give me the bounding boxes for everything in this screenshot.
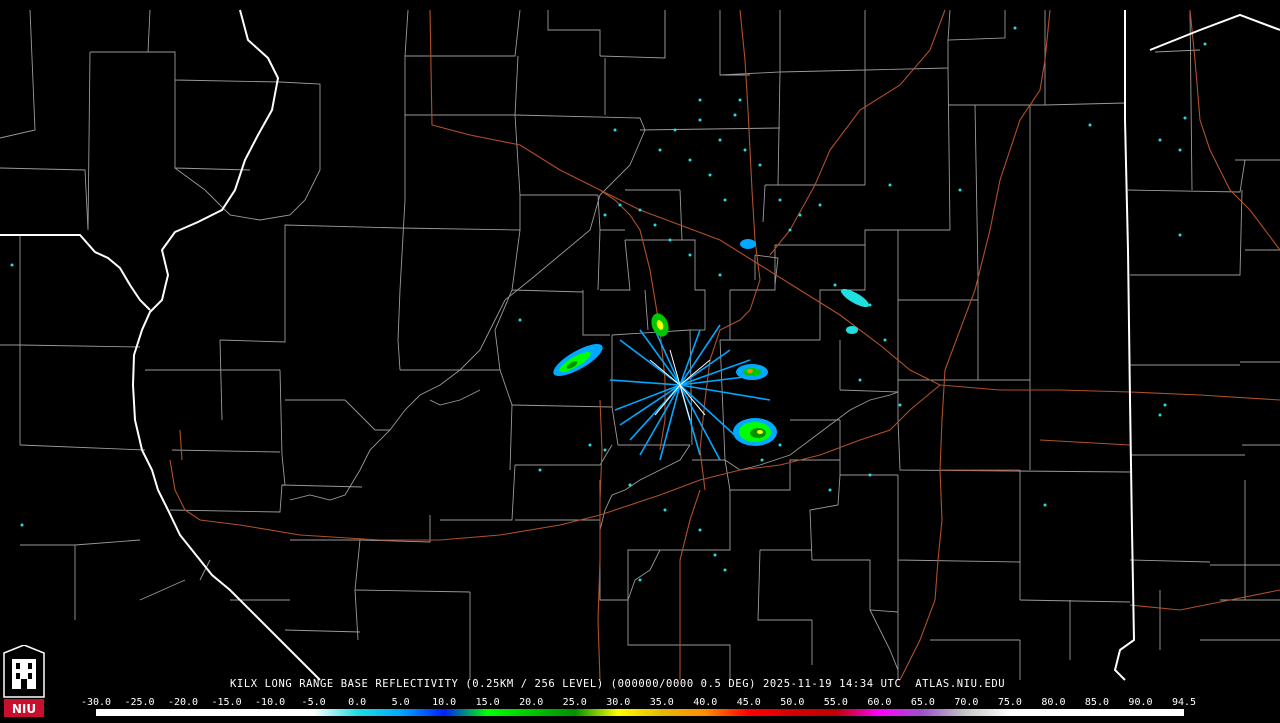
scale-tick-label: 85.0 xyxy=(1084,697,1109,708)
scale-tick-label: 10.0 xyxy=(432,697,457,708)
scale-tick-label: -5.0 xyxy=(301,697,326,708)
scale-tick-label: 25.0 xyxy=(562,697,587,708)
scale-tick-label: -30.0 xyxy=(80,697,112,708)
scale-tick-label: 90.0 xyxy=(1128,697,1153,708)
scale-tick-label: 5.0 xyxy=(391,697,410,708)
scale-tick-label: 45.0 xyxy=(736,697,761,708)
scale-tick-label: -15.0 xyxy=(211,697,242,708)
scale-tick-label: 20.0 xyxy=(519,697,544,708)
scale-tick-label: -10.0 xyxy=(255,697,286,708)
scale-tick-label: 75.0 xyxy=(997,697,1022,708)
color-scale-gradient xyxy=(96,709,1184,716)
scale-tick-label: 60.0 xyxy=(867,697,892,708)
highways xyxy=(169,9,1280,681)
scale-tick-label: 30.0 xyxy=(606,697,631,708)
color-scale-labels: -30.0 -25.0 -20.0 -15.0 -10.0 -5.0 0.0 5.0 10.0 1… xyxy=(0,697,1280,709)
scale-tick-label: 94.5 xyxy=(1171,697,1197,708)
radar-map xyxy=(0,9,1280,681)
scale-tick-label: 65.0 xyxy=(910,697,935,708)
reflectivity-color-scale xyxy=(96,709,1184,716)
scale-tick-label: 80.0 xyxy=(1041,697,1066,708)
radar-caption: KILX LONG RANGE BASE REFLECTIVITY (0.25K… xyxy=(230,678,1006,690)
scale-tick-label: 55.0 xyxy=(823,697,848,708)
rivers xyxy=(174,129,899,671)
scale-tick-label: 50.0 xyxy=(780,697,805,708)
scale-tick-label: -25.0 xyxy=(124,697,155,708)
scale-tick-label: 35.0 xyxy=(649,697,674,708)
scale-tick-label: -20.0 xyxy=(167,697,199,708)
scale-tick-label: 70.0 xyxy=(954,697,979,708)
scale-tick-label: 0.0 xyxy=(348,697,367,708)
scale-tick-label: 40.0 xyxy=(693,697,718,708)
scale-tick-label: 15.0 xyxy=(475,697,500,708)
